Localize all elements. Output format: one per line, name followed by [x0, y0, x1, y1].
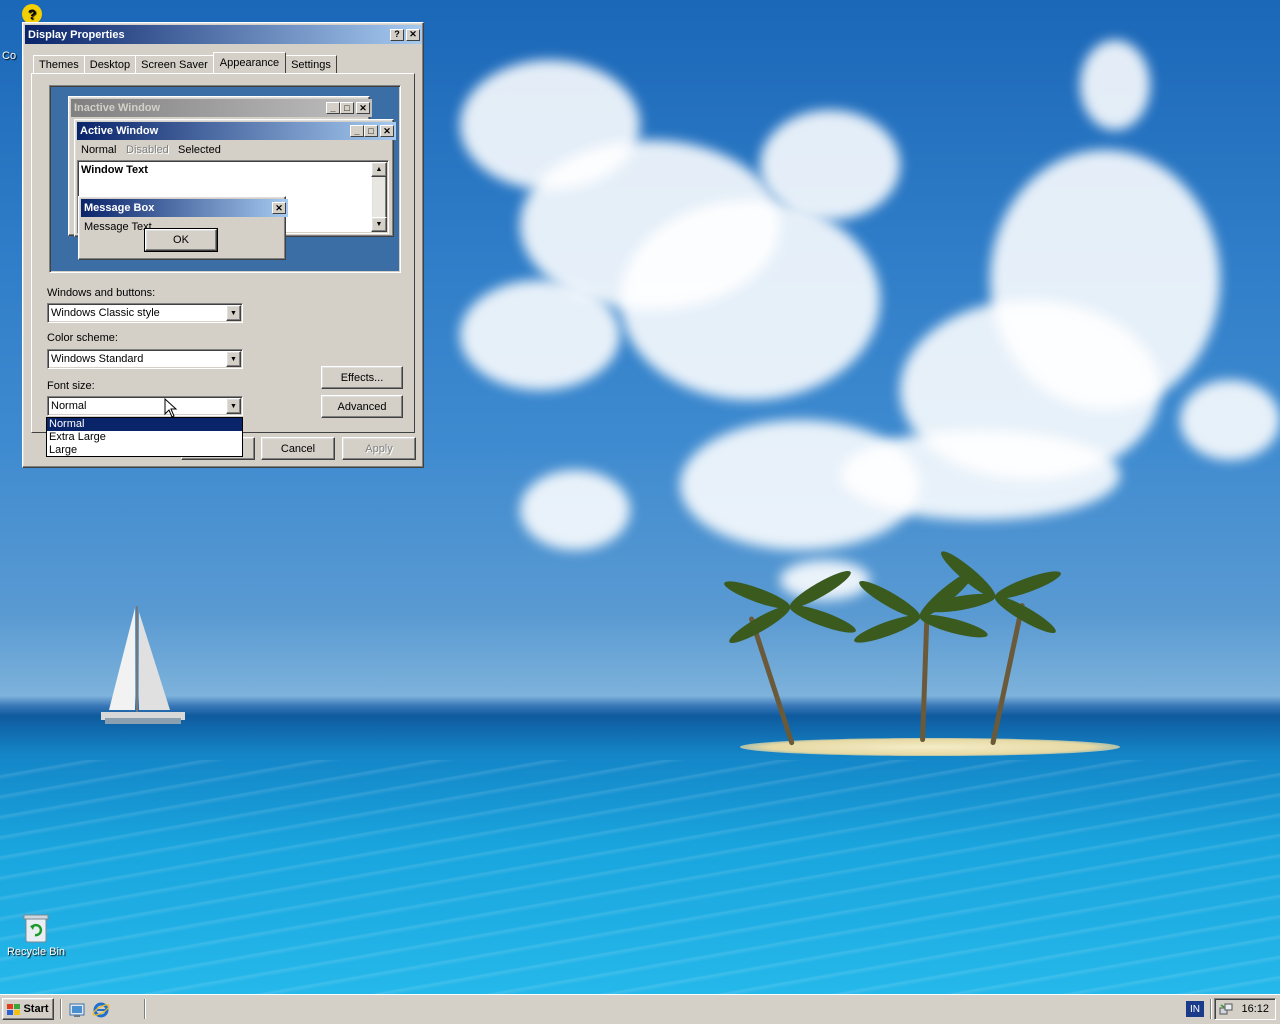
chevron-down-icon[interactable]: ▼: [226, 351, 241, 367]
tab-desktop[interactable]: Desktop: [83, 55, 137, 73]
start-label: Start: [23, 1003, 49, 1015]
close-icon: ✕: [356, 102, 370, 114]
mouse-cursor-icon: [164, 398, 178, 418]
font-size-option-extra-large[interactable]: Extra Large: [47, 431, 242, 444]
taskbar: Start IN 16:12: [0, 994, 1280, 1024]
minimize-icon: _: [326, 102, 340, 114]
effects-button-label: Effects...: [340, 371, 384, 384]
windows-buttons-value: Windows Classic style: [51, 307, 160, 319]
internet-explorer-icon[interactable]: [92, 1001, 110, 1019]
close-icon: ✕: [272, 202, 286, 214]
advanced-button[interactable]: Advanced: [321, 395, 403, 418]
preview-inactive-title: Inactive Window: [74, 102, 161, 114]
font-size-option-large[interactable]: Large: [47, 444, 242, 457]
preview-inactive-titlebar: Inactive Window _ □ ✕: [71, 99, 372, 117]
windows-logo-icon: [7, 1003, 21, 1015]
help-icon: ?: [22, 4, 42, 24]
windows-buttons-label: Windows and buttons:: [47, 287, 156, 299]
minimize-icon: _: [350, 125, 364, 137]
tab-settings[interactable]: Settings: [285, 55, 337, 73]
font-size-label: Font size:: [47, 380, 95, 392]
preview-active-titlebar: Active Window _ □ ✕: [77, 122, 396, 140]
chevron-down-icon[interactable]: ▼: [226, 305, 241, 321]
preview-active-title: Active Window: [80, 125, 159, 137]
start-button[interactable]: Start: [2, 998, 54, 1020]
preview-msgbox-titlebar: Message Box ✕: [81, 199, 288, 217]
close-icon: ✕: [380, 125, 394, 137]
scroll-up-icon: ▲: [371, 162, 387, 177]
preview-window-text: Window Text: [81, 164, 148, 176]
apply-button-label: Apply: [365, 442, 393, 455]
sailboat-graphic: [101, 606, 185, 724]
clock[interactable]: 16:12: [1241, 1003, 1269, 1015]
font-size-value: Normal: [51, 400, 87, 412]
maximize-icon: □: [364, 125, 378, 137]
close-button[interactable]: ✕: [406, 28, 420, 41]
maximize-icon: □: [340, 102, 354, 114]
display-properties-dialog: Display Properties ? ✕ Themes Desktop Sc…: [22, 22, 424, 468]
advanced-button-label: Advanced: [337, 400, 387, 413]
preview-menu-selected: Selected: [178, 144, 221, 156]
cancel-button[interactable]: Cancel: [261, 437, 335, 460]
tab-appearance[interactable]: Appearance: [212, 52, 287, 73]
preview-msgbox-title: Message Box: [84, 202, 155, 214]
color-scheme-label: Color scheme:: [47, 332, 118, 344]
tab-strip: Themes Desktop Screen Saver Appearance S…: [33, 51, 337, 73]
tab-screen-saver[interactable]: Screen Saver: [135, 55, 214, 73]
recycle-bin-shortcut[interactable]: Recycle Bin: [4, 912, 68, 958]
recycle-bin-label: Recycle Bin: [6, 946, 66, 958]
preview-ok-button: OK: [144, 228, 218, 252]
recycle-bin-icon: [22, 912, 50, 943]
system-tray: 16:12: [1214, 998, 1276, 1020]
dialog-title: Display Properties: [28, 28, 125, 41]
preview-menu-disabled: Disabled: [126, 144, 169, 156]
cancel-button-label: Cancel: [280, 442, 316, 455]
preview-menu-normal: Normal: [81, 144, 117, 156]
tab-themes[interactable]: Themes: [33, 55, 85, 73]
color-scheme-select[interactable]: Windows Standard ▼: [47, 349, 243, 369]
dialog-titlebar[interactable]: Display Properties ? ✕: [25, 25, 422, 44]
preview-scrollbar: ▲ ▼: [371, 162, 387, 232]
windows-buttons-select[interactable]: Windows Classic style ▼: [47, 303, 243, 323]
help-button[interactable]: ?: [390, 28, 404, 41]
font-size-option-normal[interactable]: Normal: [47, 418, 242, 431]
language-indicator[interactable]: IN: [1186, 1001, 1204, 1017]
color-scheme-value: Windows Standard: [51, 353, 144, 365]
apply-button: Apply: [342, 437, 416, 460]
font-size-dropdown-list: Normal Extra Large Large: [46, 417, 243, 457]
chevron-down-icon[interactable]: ▼: [226, 398, 241, 414]
effects-button[interactable]: Effects...: [321, 366, 403, 389]
preview-message-box: Message Box ✕ Message Text OK: [78, 196, 288, 260]
appearance-preview: Inactive Window _ □ ✕ Active Window _ □ …: [49, 85, 401, 273]
network-icon[interactable]: [1219, 1002, 1233, 1019]
preview-msgbox-text: Message Text: [84, 221, 152, 233]
scroll-down-icon: ▼: [371, 217, 387, 232]
show-desktop-icon[interactable]: [68, 1001, 86, 1019]
font-size-select[interactable]: Normal ▼: [47, 396, 243, 416]
